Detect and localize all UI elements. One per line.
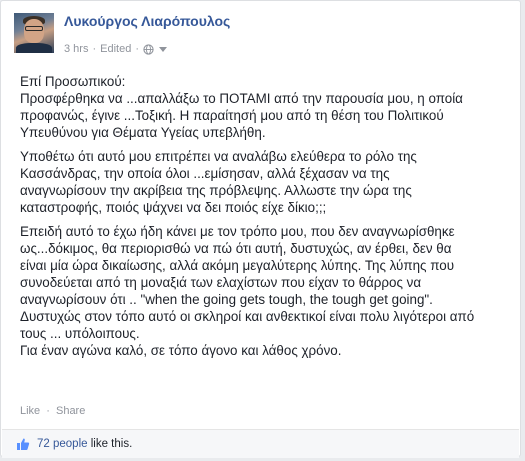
caret-down-icon[interactable] (159, 46, 168, 52)
action-separator: · (46, 405, 50, 417)
author-name[interactable]: Λυκούργος Λιαρόπουλος (64, 13, 230, 29)
post-line: Κασσάνδρας, την οποία όλοι ...εμίσησαν, … (20, 166, 390, 181)
post-line: Δυστυχώς στον τόπο αυτό οι σκληροί και α… (20, 309, 475, 324)
post-line: Επί Προσωπικού: (20, 74, 126, 89)
likes-suffix: like this. (90, 438, 133, 450)
post-line: αναγνωρίσουν ότι .. "when the going gets… (20, 292, 433, 307)
post-line: προφανώς, έγινε ...Τοξική. Η παραίτησή μ… (20, 108, 444, 123)
post-line: Υποθέτω ότι αυτό μου επιτρέπει να αναλάβ… (20, 149, 417, 164)
post-line: ως...δόκιμος, θα περιορισθώ να πώ ότι αυ… (20, 241, 452, 256)
post-line: αναγνωρίσουν την ακρίβεια της πρόβλεψης.… (20, 183, 412, 198)
post-line: Προσφέρθηκα να ...απαλλάξω το ΠΟΤΑΜΙ από… (20, 91, 463, 106)
post-card: Λυκούργος Λιαρόπουλος 3 hrs · Edited · Ε… (0, 0, 521, 458)
edited-label[interactable]: Edited (100, 43, 131, 55)
post-line: Υπευθύνου για Θέματα Υγείας υπεβλήθη. (20, 125, 266, 140)
meta-separator-2: · (135, 43, 140, 55)
post-line: συνοδεύεται από τη μοναξιά των ελαχίστων… (20, 275, 422, 290)
likes-text: 72 people like this. (37, 438, 132, 450)
post-line: είναι μία ώρα δικαίωσης, αλλά ακόμη μεγα… (20, 258, 455, 273)
post-actions: Like · Share (20, 405, 85, 417)
author-avatar[interactable] (14, 13, 54, 53)
globe-icon[interactable] (143, 43, 154, 55)
likes-count-link[interactable]: 72 people (37, 438, 88, 450)
post-paragraph-3: Επειδή αυτό το έχω ήδη κάνει με τον τρόπ… (20, 223, 515, 359)
meta-separator: · (92, 43, 97, 55)
post-body: Επί Προσωπικού: Προσφέρθηκα να ...απαλλά… (20, 73, 515, 366)
thumbs-up-icon (16, 437, 30, 451)
post-meta: 3 hrs · Edited · (64, 43, 168, 55)
post-paragraph-1: Επί Προσωπικού: Προσφέρθηκα να ...απαλλά… (20, 73, 515, 141)
post-line: τους ... υπόλοιπους. (20, 326, 140, 341)
post-line: καταστροφής, ποιός ψάχνει να δει ποιός ε… (20, 200, 327, 215)
likes-summary: 72 people like this. (2, 429, 519, 458)
post-line: Για έναν αγώνα καλό, σε τόπο άγονο και λ… (20, 343, 342, 358)
like-link[interactable]: Like (20, 405, 40, 417)
share-link[interactable]: Share (56, 405, 85, 417)
post-timestamp[interactable]: 3 hrs (64, 43, 88, 55)
post-paragraph-2: Υποθέτω ότι αυτό μου επιτρέπει να αναλάβ… (20, 148, 515, 216)
post-line: Επειδή αυτό το έχω ήδη κάνει με τον τρόπ… (20, 224, 455, 239)
